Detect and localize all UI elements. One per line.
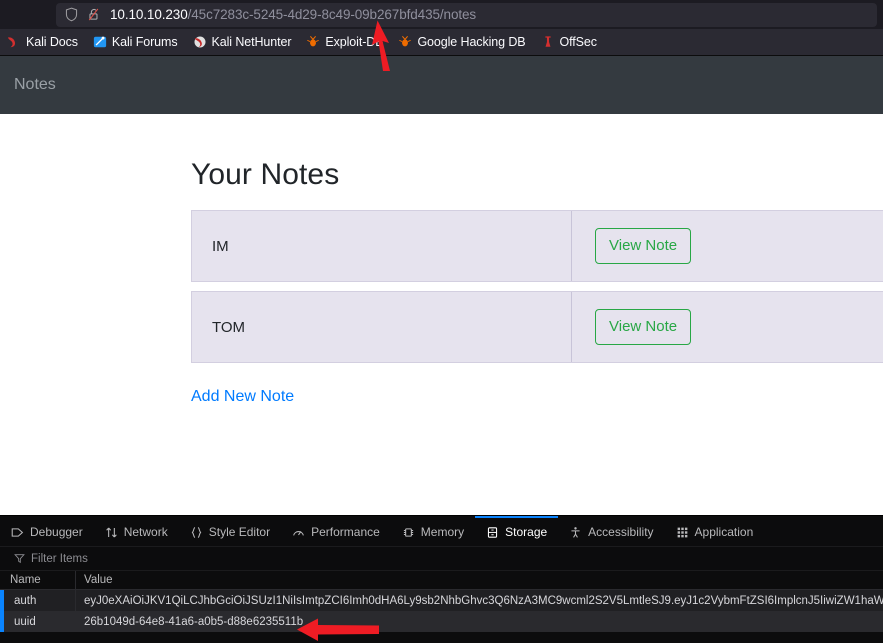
note-action-cell: View Note — [572, 292, 883, 362]
bookmark-label: OffSec — [559, 35, 597, 49]
notes-container: Your Notes IM View Note TOM View Note Ad… — [0, 114, 883, 406]
tab-label: Network — [123, 525, 168, 539]
view-note-button[interactable]: View Note — [595, 309, 692, 345]
url-text[interactable]: 10.10.10.230/45c7283c-5245-4d29-8c49-09b… — [110, 7, 476, 22]
gauge-icon — [293, 530, 304, 536]
filter-bar[interactable]: Filter Items — [0, 547, 883, 571]
braces-icon — [191, 526, 202, 538]
note-name: TOM — [192, 292, 572, 362]
column-header-value[interactable]: Value — [76, 571, 883, 589]
bookmarks-toolbar: Kali Docs Kali Forums Kali NetHunter Exp… — [0, 29, 883, 56]
shield-icon[interactable] — [64, 7, 79, 22]
bookmark-kali-docs[interactable]: Kali Docs — [0, 31, 85, 53]
tab-label: Debugger — [30, 525, 83, 539]
table-row[interactable]: uuid 26b1049d-64e8-41a6-a0b5-d88e6235511… — [0, 611, 883, 632]
table-row: IM View Note — [191, 210, 883, 282]
bookmark-exploit-db[interactable]: Exploit-DB — [299, 31, 390, 53]
filter-input[interactable]: Filter Items — [31, 553, 88, 565]
tab-application[interactable]: Application — [665, 516, 765, 546]
devtools-tabbar: Debugger Network Style Editor Performanc… — [0, 516, 883, 547]
memory-chip-icon — [403, 527, 413, 537]
url-path: /45c7283c-5245-4d29-8c49-09b267bfd435/no… — [187, 7, 477, 22]
table-header: Name Value — [0, 571, 883, 590]
uuid-cookie-value: 26b1049d-64e8-41a6-a0b5-d88e6235511b — [84, 615, 304, 628]
add-new-note-link[interactable]: Add New Note — [191, 388, 294, 406]
tab-storage[interactable]: Storage — [475, 516, 559, 546]
table-row: TOM View Note — [191, 291, 883, 363]
view-note-button[interactable]: View Note — [595, 228, 692, 264]
tab-label: Style Editor — [208, 525, 271, 539]
storage-table: Name Value auth eyJ0eXAiOiJKV1QiLCJhbGci… — [0, 571, 883, 632]
bookmark-kali-forums[interactable]: Kali Forums — [86, 31, 185, 53]
bookmark-kali-nethunter[interactable]: Kali NetHunter — [186, 31, 299, 53]
column-header-name[interactable]: Name — [0, 571, 76, 589]
debugger-icon — [11, 527, 24, 537]
site-navbar: Notes — [0, 56, 883, 114]
accessibility-person-icon — [571, 526, 580, 538]
exploit-db-icon — [307, 35, 320, 47]
tab-network[interactable]: Network — [94, 516, 179, 546]
bookmark-google-hacking-db[interactable]: Google Hacking DB — [391, 31, 532, 53]
auth-cookie-value: eyJ0eXAiOiJKV1QiLCJhbGciOiJSUzI1NiIsImtp… — [84, 594, 883, 607]
bookmark-offsec[interactable]: OffSec — [534, 31, 604, 53]
lock-broken-icon[interactable] — [87, 7, 101, 22]
offsec-icon — [544, 36, 551, 47]
cookie-name: auth — [4, 590, 76, 611]
browser-chrome: 10.10.10.230/45c7283c-5245-4d29-8c49-09b… — [0, 0, 883, 56]
tab-style-editor[interactable]: Style Editor — [179, 516, 281, 546]
tab-label: Accessibility — [588, 525, 654, 539]
devtools-panel: Debugger Network Style Editor Performanc… — [0, 515, 883, 643]
urlbar-row: 10.10.10.230/45c7283c-5245-4d29-8c49-09b… — [0, 0, 883, 29]
tab-label: Performance — [311, 525, 380, 539]
note-action-cell: View Note — [572, 211, 883, 281]
bookmark-label: Kali NetHunter — [211, 35, 292, 49]
storage-drawers-icon — [488, 526, 498, 538]
url-host: 10.10.10.230 — [110, 7, 188, 22]
note-name: IM — [192, 211, 572, 281]
tab-label: Application — [694, 525, 754, 539]
tab-label: Storage — [505, 525, 548, 539]
address-bar[interactable]: 10.10.10.230/45c7283c-5245-4d29-8c49-09b… — [56, 2, 877, 27]
screen: 10.10.10.230/45c7283c-5245-4d29-8c49-09b… — [0, 0, 883, 643]
funnel-icon — [14, 554, 25, 564]
page-content: Notes Your Notes IM View Note TOM View N… — [0, 56, 883, 504]
tab-accessibility[interactable]: Accessibility — [558, 516, 664, 546]
cookie-name: uuid — [4, 611, 76, 632]
tab-label: Memory — [420, 525, 465, 539]
bookmark-label: Kali Docs — [26, 35, 78, 49]
tab-performance[interactable]: Performance — [281, 516, 391, 546]
bookmark-label: Exploit-DB — [325, 35, 384, 49]
page-title: Your Notes — [191, 158, 340, 191]
kali-forums-icon — [93, 36, 107, 48]
tab-debugger[interactable]: Debugger — [0, 516, 94, 546]
table-row[interactable]: auth eyJ0eXAiOiJKV1QiLCJhbGciOiJSUzI1NiI… — [0, 590, 883, 611]
navbar-brand[interactable]: Notes — [14, 76, 56, 94]
network-arrows-icon — [105, 527, 117, 537]
bookmark-label: Google Hacking DB — [417, 35, 526, 49]
kali-dragon-icon — [7, 37, 16, 48]
application-grid-icon — [677, 527, 687, 537]
bookmark-label: Kali Forums — [111, 35, 178, 49]
google-hacking-db-icon — [399, 35, 412, 47]
kali-nethunter-icon — [193, 36, 206, 48]
tab-memory[interactable]: Memory — [391, 516, 475, 546]
